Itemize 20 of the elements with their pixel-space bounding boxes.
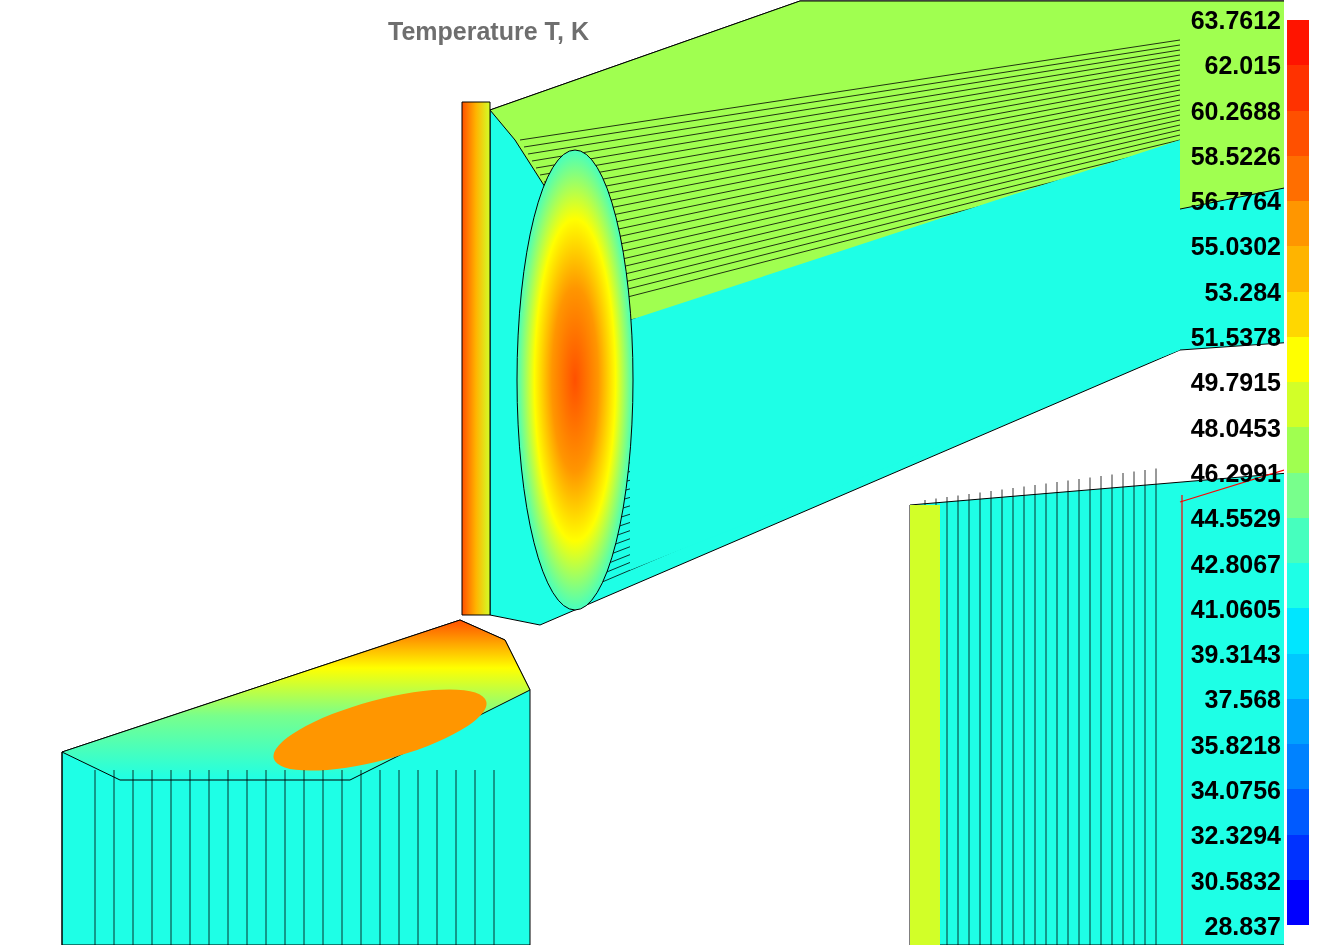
scale-value: 35.8218: [1190, 729, 1281, 760]
scale-value: 34.0756: [1190, 775, 1281, 806]
scale-value: 41.0605: [1190, 593, 1281, 624]
scale-value: 55.0302: [1190, 231, 1281, 262]
scale-value: 63.7612: [1190, 5, 1281, 35]
scale-value: 30.5832: [1190, 865, 1281, 896]
scale-value: 32.3294: [1190, 820, 1281, 851]
scale-value: 51.5378: [1190, 322, 1281, 353]
scale-value: 58.5226: [1190, 140, 1281, 171]
plot-title: Temperature T, K: [388, 17, 589, 46]
scale-value: 37.568: [1204, 684, 1281, 715]
scale-value: 49.7915: [1190, 367, 1281, 398]
scale-value: 42.8067: [1190, 548, 1281, 579]
scale-value: 60.2688: [1190, 95, 1281, 126]
scale-value: 39.3143: [1190, 639, 1281, 670]
scale-value: 44.5529: [1190, 503, 1281, 534]
scale-value: 48.0453: [1190, 412, 1281, 443]
scale-value: 28.837: [1204, 910, 1281, 941]
scale-value: 53.284: [1204, 276, 1281, 307]
scale-value: 62.015: [1204, 50, 1281, 81]
